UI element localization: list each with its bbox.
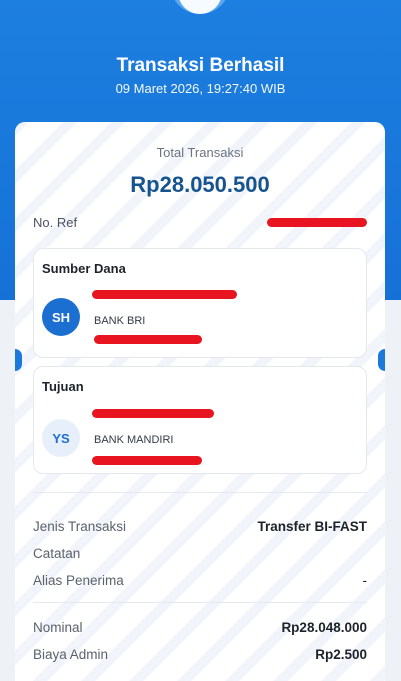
total-amount: Rp28.050.500 — [130, 172, 270, 197]
redacted-destination-name — [92, 409, 214, 418]
detail-label: Alias Penerima — [33, 573, 124, 588]
divider — [33, 492, 367, 493]
detail-value: - — [362, 573, 368, 588]
detail-label: Catatan — [33, 546, 81, 561]
transaction-datetime: 09 Maret 2026, 19:27:40 WIB — [115, 81, 286, 96]
destination-bank-name: BANK MANDIRI — [94, 434, 174, 446]
source-title: Sumber Dana — [42, 261, 126, 276]
page-title: Transaksi Berhasil — [116, 55, 285, 76]
card-notch-right — [378, 349, 385, 371]
detail-label: Jenis Transaksi — [33, 519, 127, 534]
total-label: Total Transaksi — [156, 145, 244, 160]
destination-title: Tujuan — [42, 379, 84, 394]
amount-label: Nominal — [33, 620, 83, 635]
destination-avatar: YS — [42, 419, 80, 457]
source-avatar: SH — [42, 298, 80, 336]
amount-value: Rp2.500 — [315, 647, 367, 662]
redacted-source-name — [92, 290, 237, 299]
redacted-destination-account — [92, 456, 202, 465]
card-notch-left — [15, 349, 22, 371]
detail-value: Transfer BI-FAST — [257, 519, 367, 534]
source-section: Sumber Dana SH BANK BRI — [33, 248, 367, 358]
amount-value: Rp28.048.000 — [281, 620, 367, 635]
divider — [33, 602, 367, 603]
redacted-ref-number — [267, 218, 367, 227]
amount-label: Biaya Admin — [33, 647, 109, 662]
redacted-source-account — [94, 335, 202, 344]
source-bank-name: BANK BRI — [94, 315, 146, 327]
receipt-card: Total Transaksi Rp28.050.500 No. Ref Sum… — [15, 122, 385, 681]
ref-label: No. Ref — [33, 215, 78, 230]
destination-section: Tujuan YS BANK MANDIRI — [33, 366, 367, 474]
